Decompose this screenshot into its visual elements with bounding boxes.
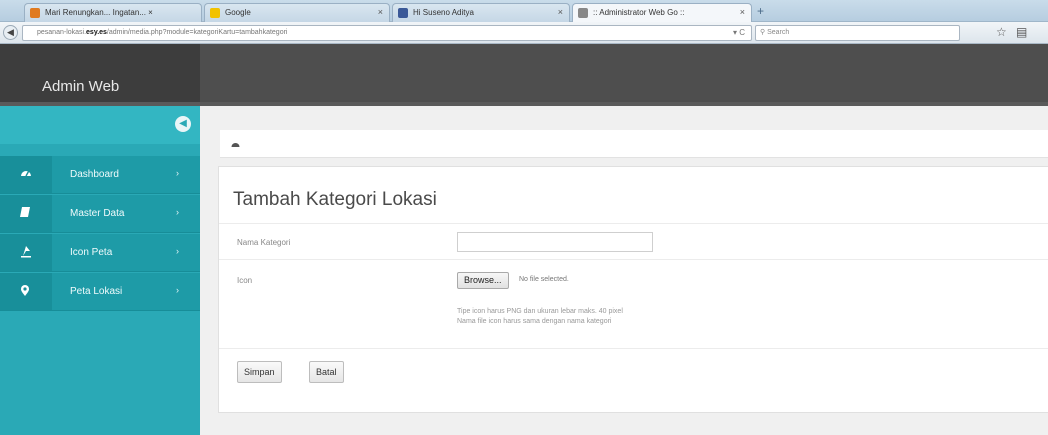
breadcrumb	[220, 130, 1048, 158]
sidebar-item-label: Dashboard	[70, 169, 119, 180]
close-tab-icon[interactable]: ×	[740, 7, 745, 17]
address-bar[interactable]: pesanan-lokasi.esy.es/admin/media.php?mo…	[22, 25, 752, 41]
chevron-right-icon: ›	[176, 285, 179, 295]
sidebar: ◀ Dashboard › Master Data › Icon Peta › …	[0, 106, 200, 435]
dashboard-icon	[21, 171, 31, 177]
sidebar-item-label: Master Data	[70, 208, 125, 219]
brand-title[interactable]: Admin Web	[42, 78, 119, 95]
map-marker-icon	[21, 285, 29, 296]
form-panel: Tambah Kategori Lokasi Nama Kategori Ico…	[218, 166, 1048, 413]
page-title: Tambah Kategori Lokasi	[233, 189, 437, 210]
icon-label: Icon	[237, 276, 253, 285]
browser-tab-active[interactable]: :: Administrator Web Go :: ×	[572, 3, 752, 22]
chevron-right-icon: ›	[176, 207, 179, 217]
cancel-button[interactable]: Batal	[309, 361, 344, 383]
url-domain: esy.es	[86, 29, 107, 36]
form-row-icon: Icon Browse... No file selected. Tipe ic…	[219, 259, 1048, 348]
browser-tab-bar: Mari Renungkan... Ingatan... × Google × …	[0, 0, 1048, 22]
back-arrow-icon[interactable]: ◀	[3, 25, 18, 40]
sidebar-toggle-strip: ◀	[0, 106, 200, 144]
url-prefix: pesanan-lokasi.	[37, 29, 87, 36]
icon-help-text: Nama file icon harus sama dengan nama ka…	[457, 318, 612, 325]
app-brand: Admin Web	[0, 44, 200, 102]
bookmark-star-icon[interactable]: ☆	[996, 25, 1007, 39]
form-row-nama-kategori: Nama Kategori	[219, 223, 1048, 259]
tab-title: Hi Suseno Aditya	[413, 8, 474, 17]
sidebar-item-label: Peta Lokasi	[70, 286, 123, 297]
nama-kategori-input[interactable]	[457, 232, 653, 252]
sidebar-item-dashboard[interactable]: Dashboard ›	[0, 156, 200, 194]
sidebar-icon-box	[0, 273, 52, 310]
browser-tab[interactable]: Mari Renungkan... Ingatan... ×	[24, 3, 202, 22]
main-content: Tambah Kategori Lokasi Nama Kategori Ico…	[200, 106, 1048, 435]
sidebar-icon-box	[0, 156, 52, 193]
sidebar-item-icon-peta[interactable]: Icon Peta ›	[0, 234, 200, 272]
dashboard-icon[interactable]	[231, 139, 240, 148]
database-icon	[20, 207, 30, 217]
sidebar-icon-box	[0, 195, 52, 232]
pin-icon	[21, 246, 31, 258]
collapse-sidebar-icon[interactable]: ◀	[175, 116, 191, 132]
chevron-right-icon: ›	[176, 168, 179, 178]
browser-nav-bar: ◀ pesanan-lokasi.esy.es/admin/media.php?…	[0, 22, 1048, 44]
browser-search-field[interactable]: ⚲ Search	[755, 25, 960, 41]
browser-tab[interactable]: Google ×	[204, 3, 390, 22]
new-tab-icon[interactable]: +	[757, 4, 764, 18]
browse-file-button[interactable]: Browse...	[457, 272, 509, 289]
close-tab-icon[interactable]: ×	[378, 7, 383, 17]
reload-icon[interactable]: ▾ C	[733, 26, 745, 40]
tab-favicon-icon	[398, 8, 408, 18]
tab-favicon-icon	[30, 8, 40, 18]
close-tab-icon[interactable]: ×	[558, 7, 563, 17]
tab-favicon-icon	[578, 8, 588, 18]
file-status-text: No file selected.	[519, 276, 569, 283]
sidebar-item-peta-lokasi[interactable]: Peta Lokasi ›	[0, 273, 200, 311]
tab-title: :: Administrator Web Go ::	[593, 8, 685, 17]
sidebar-icon-box	[0, 234, 52, 271]
form-actions: Simpan Batal	[219, 348, 1048, 392]
save-button[interactable]: Simpan	[237, 361, 282, 383]
icon-help-text: Tipe icon harus PNG dan ukuran lebar mak…	[457, 308, 623, 315]
nama-kategori-label: Nama Kategori	[237, 238, 291, 247]
browser-tab[interactable]: Hi Suseno Aditya ×	[392, 3, 570, 22]
tab-title: Google	[225, 8, 251, 17]
sidebar-item-master-data[interactable]: Master Data ›	[0, 195, 200, 233]
tab-title: Mari Renungkan... Ingatan... ×	[45, 8, 153, 17]
search-placeholder: Search	[767, 29, 790, 36]
app-header	[200, 44, 1048, 102]
bookmarks-menu-icon[interactable]: ▤	[1016, 25, 1027, 39]
url-path: /admin/media.php?module=kategoriKartu=ta…	[106, 29, 288, 36]
sidebar-item-label: Icon Peta	[70, 247, 113, 258]
tab-favicon-icon	[210, 8, 220, 18]
chevron-right-icon: ›	[176, 246, 179, 256]
